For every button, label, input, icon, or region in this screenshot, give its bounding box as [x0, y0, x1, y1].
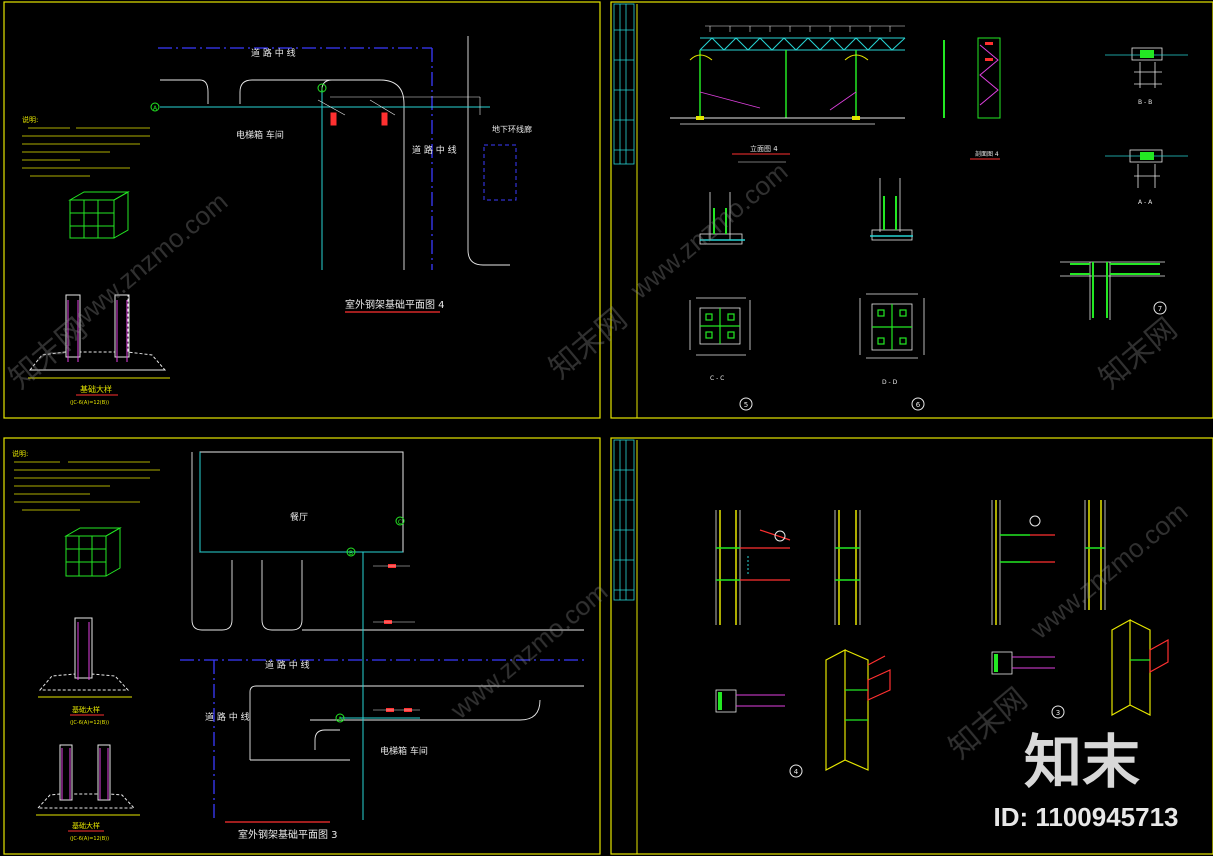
watermark-site-2: www.znzmo.com: [624, 156, 793, 305]
watermark-site-4: www.znzmo.com: [444, 576, 613, 725]
frame-top-left: [3, 1, 601, 419]
watermark-site-3: www.znzmo.com: [1024, 496, 1193, 645]
road-label-left: 道 路 中 线: [205, 711, 250, 723]
watermark-brand-2: 知末网: [543, 301, 634, 386]
watermark-site-1: www.znzmo.com: [64, 186, 233, 335]
watermark-id: ID: 1100945713: [993, 802, 1178, 832]
axis-a-label: A: [153, 105, 158, 112]
road-label-top: 道 路 中 线: [251, 47, 296, 59]
callout-3: 3: [1056, 709, 1060, 717]
callout-4: 4: [794, 768, 799, 776]
title-block-strips: [613, 3, 635, 601]
watermarks: www.znzmo.com www.znzmo.com www.znzmo.co…: [3, 156, 1194, 766]
corridor-label: 地下环线廊: [492, 124, 532, 134]
road-label-mid: 道 路 中 线: [265, 659, 310, 671]
watermark-brand-3: 知末网: [1093, 311, 1184, 396]
foundation-detail-label: 基础大样: [80, 384, 112, 394]
elevation-title: 立面图 4: [750, 144, 778, 153]
foundation-note-1: (JC-6(A)=12(B)): [70, 720, 109, 726]
panel-top-left: A 1 道 路 中 线 道 路 中 线 电梯箱 车间 地下环线廊 室外钢架基础平…: [22, 36, 532, 406]
axis-b-label: B: [349, 550, 353, 557]
panel-bottom-left: 餐厅 C B A 道 路 中 线 道 路 中 线 电梯箱 车间 室外钢架基础平面…: [12, 449, 584, 842]
section-dd-label: D - D: [882, 379, 898, 386]
watermark-brand-4: 知末网: [943, 681, 1034, 766]
panel-frames: [3, 1, 1213, 855]
road-label-right: 道 路 中 线: [412, 144, 457, 156]
section-bb-label: B - B: [1138, 99, 1152, 106]
cad-canvas: A 1 道 路 中 线 道 路 中 线 电梯箱 车间 地下环线廊 室外钢架基础平…: [3, 1, 1213, 855]
section-cc-label: C - C: [710, 375, 724, 382]
foundation-detail-1: 基础大样: [72, 705, 100, 714]
plan-title-bl: 室外钢架基础平面图 3: [238, 828, 338, 841]
axis-a-label-bl: A: [338, 716, 343, 723]
foundation-detail-2: 基础大样: [72, 821, 100, 830]
elevator-room-label-bl: 电梯箱 车间: [380, 745, 428, 757]
callout-6: 6: [916, 401, 921, 409]
elevator-room-label: 电梯箱 车间: [236, 129, 284, 141]
callout-5: 5: [744, 401, 748, 409]
foundation-note: (JC-6(A)=12(B)): [70, 400, 109, 406]
notes-heading: 说明:: [22, 115, 38, 124]
panel-top-right: 立面图 4 剖面图 4 B - B A - A C - C D - D 5 6 …: [670, 25, 1188, 411]
side-title: 剖面图 4: [975, 150, 999, 158]
axis-1-label: 1: [320, 86, 324, 93]
notes-heading-bl: 说明:: [12, 449, 28, 458]
plan-title: 室外钢架基础平面图 4: [345, 298, 445, 311]
foundation-note-2: (JC-6(A)=12(B)): [70, 836, 109, 842]
watermark-logo: 知末: [1024, 728, 1140, 796]
section-aa-label: A - A: [1138, 199, 1153, 206]
restaurant-label: 餐厅: [290, 511, 308, 523]
axis-c-label: C: [398, 519, 402, 526]
